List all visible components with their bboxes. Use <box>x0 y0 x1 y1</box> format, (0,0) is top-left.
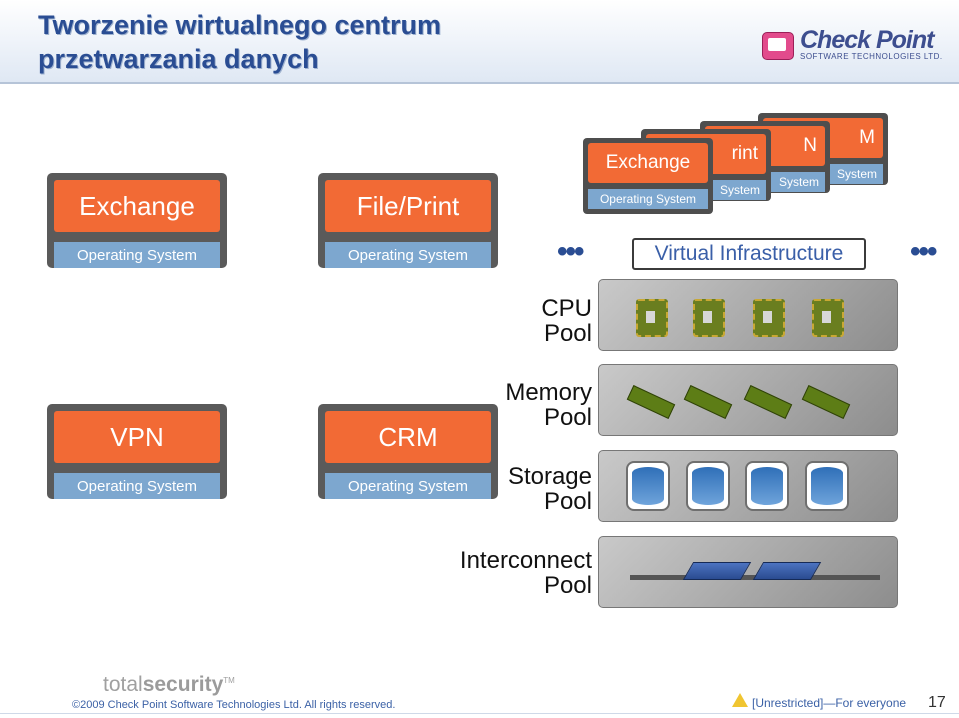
storage-disk-icon <box>626 461 670 511</box>
cpu-chip-icon <box>636 299 668 337</box>
brand-tm: TM <box>223 676 235 685</box>
cpu-chip-icon <box>753 299 785 337</box>
cpu-chip-icon <box>812 299 844 337</box>
stack-vm-exchange: Exchange Operating System <box>583 138 713 214</box>
vm-app-label: Exchange <box>54 180 220 232</box>
vm-os-label: Operating System <box>54 473 220 499</box>
virtual-infrastructure-label: Virtual Infrastructure <box>632 238 866 270</box>
copyright-text: ©2009 Check Point Software Technologies … <box>72 699 396 711</box>
ellipsis-right: ••• <box>910 235 937 268</box>
storage-disk-icon <box>805 461 849 511</box>
cpu-chip-icon <box>693 299 725 337</box>
network-switch-icon <box>752 562 822 580</box>
logo-text: Check Point <box>800 26 934 54</box>
checkpoint-logo-icon <box>762 32 794 60</box>
ellipsis-left: ••• <box>557 235 584 268</box>
storage-pool-label: Storage Pool <box>507 463 592 515</box>
page-number: 17 <box>928 694 946 711</box>
interconnect-pool-label: Interconnect Pool <box>459 547 592 599</box>
totalsecurity-logo: totalsecurityTM <box>103 673 235 697</box>
slide-title: Tworzenie wirtualnego centrum przetwarza… <box>38 8 558 76</box>
brand-left: total <box>103 673 143 696</box>
vm-os-label: Operating System <box>54 242 220 268</box>
vm-app-label: File/Print <box>325 180 491 232</box>
network-switch-icon <box>682 562 752 580</box>
logo-subtext: SOFTWARE TECHNOLOGIES LTD. <box>800 52 943 61</box>
vm-os-label: Operating System <box>325 242 491 268</box>
brand-right: security <box>142 673 224 696</box>
vm-vpn: VPN Operating System <box>47 404 227 499</box>
storage-disk-icon <box>745 461 789 511</box>
cpu-pool-label: CPU Pool <box>541 295 592 347</box>
title-line1: Tworzenie wirtualnego centrum <box>38 10 442 40</box>
vm-file-print: File/Print Operating System <box>318 173 498 268</box>
title-line2: przetwarzania danych <box>38 44 319 74</box>
footer-divider <box>0 713 959 714</box>
memory-pool-label: Memory Pool <box>505 379 592 431</box>
stack-app-label: Exchange <box>588 143 708 183</box>
header-bar: Tworzenie wirtualnego centrum przetwarza… <box>0 0 959 84</box>
interconnect-pool <box>598 536 898 608</box>
vm-app-label: VPN <box>54 411 220 463</box>
warning-icon <box>732 693 748 707</box>
storage-disk-icon <box>686 461 730 511</box>
stack-os-label: Operating System <box>588 189 708 209</box>
classification-label: [Unrestricted]—For everyone <box>752 696 907 710</box>
vm-exchange: Exchange Operating System <box>47 173 227 268</box>
